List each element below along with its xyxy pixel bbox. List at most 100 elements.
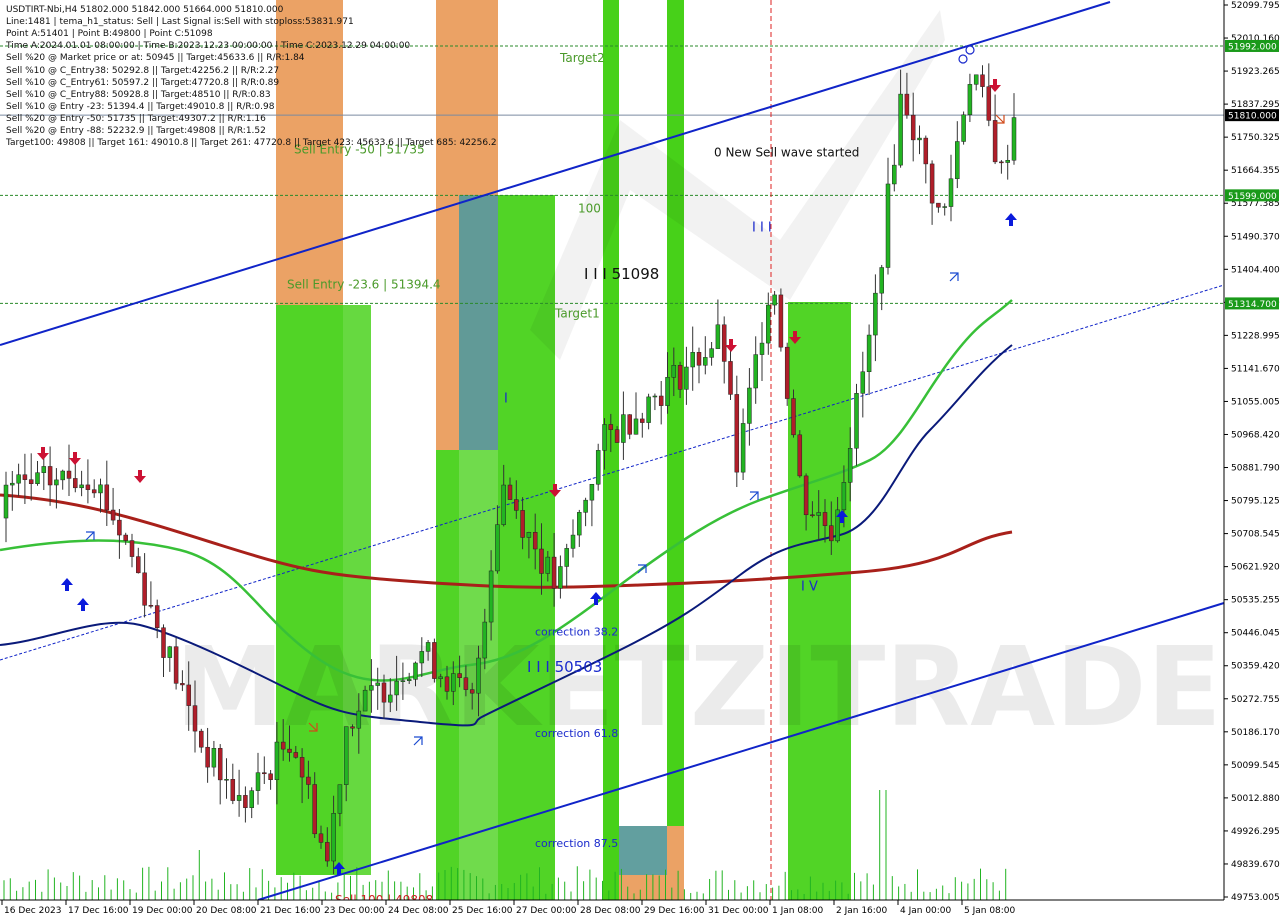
annotation-label: 0 New Sell wave started <box>714 145 859 159</box>
candle-body <box>47 466 53 486</box>
candle-body <box>293 752 299 758</box>
candle-body <box>658 395 664 406</box>
annotation-label: I V <box>801 579 818 594</box>
candle-body <box>255 772 261 791</box>
candle-body <box>551 556 557 589</box>
candle-body <box>41 466 47 473</box>
candle-body <box>501 484 506 525</box>
candle-body <box>110 509 116 521</box>
candle-body <box>854 393 859 449</box>
candle-body <box>318 833 324 843</box>
price-tick-label: 51055.005 <box>1231 397 1280 407</box>
info-line: Target100: 49808 || Target 161: 49010.8 … <box>6 138 497 149</box>
candle-body <box>488 570 494 623</box>
candle-body <box>400 680 406 682</box>
time-tick-label: 29 Dec 16:00 <box>644 906 705 916</box>
price-label: 51810.000 <box>1228 112 1277 122</box>
candle-body <box>299 757 305 778</box>
candle-body <box>936 202 941 208</box>
candle-body <box>476 657 481 694</box>
candle-body <box>973 74 979 85</box>
candle-body <box>665 377 670 406</box>
time-tick-label: 31 Dec 00:00 <box>708 906 769 916</box>
time-tick-label: 1 Jan 08:00 <box>772 906 824 916</box>
time-tick-label: 4 Jan 00:00 <box>900 906 952 916</box>
candle-body <box>66 470 72 479</box>
candle-body <box>980 74 985 87</box>
candle-body <box>230 779 236 801</box>
candle-body <box>558 566 563 589</box>
info-line: Sell %10 @ Entry -23: 51394.4 || Target:… <box>6 101 275 112</box>
candle-body <box>495 524 500 572</box>
candle-body <box>438 676 443 679</box>
candle-body <box>444 676 450 692</box>
candle-body <box>142 572 147 606</box>
candle-body <box>463 677 469 690</box>
time-tick-label: 20 Dec 08:00 <box>196 906 257 916</box>
annotation-label: Target2 <box>559 51 605 65</box>
info-line: Sell %10 @ C_Entry38: 50292.8 || Target:… <box>6 65 280 76</box>
info-line: USDTIRT-Nbi,H4 51802.000 51842.000 51664… <box>6 5 284 15</box>
price-tick-label: 51923.265 <box>1231 67 1280 77</box>
candle-body <box>942 206 947 208</box>
price-tick-label: 51664.355 <box>1231 166 1280 176</box>
candle-body <box>1005 159 1010 163</box>
candle-body <box>85 484 91 490</box>
candle-body <box>999 161 1004 164</box>
candle-body <box>829 525 834 542</box>
info-line: Line:1481 | tema_h1_status: Sell | Last … <box>6 17 354 28</box>
candle-body <box>784 346 790 399</box>
candle-body <box>199 730 204 748</box>
time-tick-label: 25 Dec 16:00 <box>452 906 513 916</box>
candle-body <box>640 418 645 423</box>
candle-body <box>772 294 777 306</box>
time-tick-label: 2 Jan 16:00 <box>836 906 888 916</box>
candle-body <box>614 429 620 443</box>
candle-body <box>961 114 966 142</box>
zone <box>788 302 851 900</box>
candle-body <box>161 627 166 658</box>
info-line: Sell %10 @ C_Entry61: 50597.2 || Target:… <box>6 77 280 88</box>
annotation-label: correction 61.8 <box>535 727 618 740</box>
time-tick-label: 19 Dec 00:00 <box>132 906 193 916</box>
candle-body <box>224 779 229 781</box>
candle-body <box>778 294 784 348</box>
annotation-label: I I I <box>752 220 772 235</box>
price-tick-label: 51141.670 <box>1231 364 1280 374</box>
candle-body <box>1011 117 1017 161</box>
zone <box>619 875 684 900</box>
candle-body <box>369 685 374 691</box>
annotation-label: correction 38.2 <box>535 625 618 638</box>
candle-body <box>136 556 141 574</box>
candle-body <box>104 484 110 511</box>
zone <box>619 826 667 875</box>
candle-body <box>79 484 84 489</box>
info-line: Sell %20 @ Market price or at: 50945 || … <box>6 53 305 64</box>
time-axis: 16 Dec 2023 17 Dec 16:00 19 Dec 00:00 20 De… <box>0 899 1280 920</box>
annotation-label: correction 87.5 <box>535 837 618 850</box>
annotation-label: I <box>504 391 508 406</box>
candle-body <box>860 371 866 394</box>
candle-body <box>992 120 998 163</box>
price-axis: 52099.79552010.16051923.26551837.2955175… <box>1223 0 1280 920</box>
info-line: Sell %20 @ Entry -50: 51735 || Target:49… <box>6 113 266 124</box>
time-tick-label: 24 Dec 08:00 <box>388 906 449 916</box>
candle-body <box>709 348 714 358</box>
candle-body <box>791 398 796 436</box>
candle-body <box>148 605 154 607</box>
candle-body <box>381 682 387 703</box>
candle-body <box>986 86 992 121</box>
price-tick-label: 50621.920 <box>1231 563 1280 573</box>
candle-body <box>721 324 727 362</box>
candle-body <box>54 479 59 486</box>
zone <box>459 195 498 450</box>
candle-body <box>847 448 853 483</box>
candle-body <box>186 684 191 706</box>
candle-body <box>10 482 15 486</box>
time-tick-label: 16 Dec 2023 <box>4 906 62 916</box>
candle-body <box>677 365 683 390</box>
candle-body <box>822 512 828 526</box>
price-label: 51314.700 <box>1228 300 1277 310</box>
candle-body <box>243 795 248 808</box>
candle-body <box>948 178 954 207</box>
